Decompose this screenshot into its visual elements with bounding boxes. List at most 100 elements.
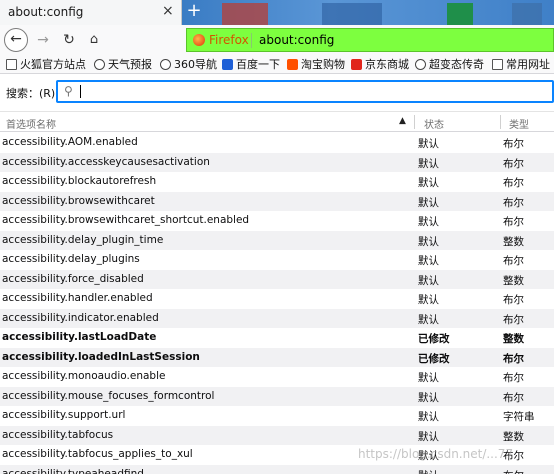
column-header-name[interactable]: 首选项名称 xyxy=(6,116,56,131)
table-row[interactable]: accessibility.force_disabled 默认 整数 xyxy=(0,269,554,289)
search-input[interactable] xyxy=(78,83,548,100)
pref-type: 整数 xyxy=(503,235,524,248)
pref-status: 默认 xyxy=(418,430,439,443)
table-row[interactable]: accessibility.blockautorefresh 默认 布尔 xyxy=(0,172,554,192)
search-label: 搜索：(R) xyxy=(6,87,56,100)
new-tab-button[interactable]: + xyxy=(184,0,204,22)
bookmark-item[interactable]: 天气预报 xyxy=(94,57,152,72)
tab-title: about:config xyxy=(8,5,84,19)
pref-name: accessibility.lastLoadDate xyxy=(2,331,157,343)
pref-name: accessibility.tabfocus_applies_to_xul xyxy=(2,448,193,460)
bookmark-item[interactable]: 超变态传奇 xyxy=(415,57,484,72)
table-row[interactable]: accessibility.browsewithcaret_shortcut.e… xyxy=(0,211,554,231)
pref-name: accessibility.handler.enabled xyxy=(2,292,153,304)
pref-name: accessibility.delay_plugins xyxy=(2,253,140,265)
navigation-toolbar: ← → ↻ ⌂ Firefox about:config xyxy=(0,25,554,55)
pref-type: 布尔 xyxy=(503,391,524,404)
url-divider xyxy=(251,33,252,48)
pref-name: accessibility.AOM.enabled xyxy=(2,136,138,148)
tab-about-config[interactable]: about:config × xyxy=(0,0,182,25)
pref-status: 默认 xyxy=(418,313,439,326)
search-row: 搜索：(R) ⚲ xyxy=(0,75,554,108)
pref-status: 已修改 xyxy=(418,352,450,365)
pref-status: 默认 xyxy=(418,235,439,248)
bookmark-item[interactable]: 360导航 xyxy=(160,57,217,72)
table-row[interactable]: accessibility.delay_plugins 默认 布尔 xyxy=(0,250,554,270)
pref-name: accessibility.mouse_focuses_formcontrol xyxy=(2,389,215,402)
table-row[interactable]: accessibility.handler.enabled 默认 布尔 xyxy=(0,289,554,309)
pref-name: accessibility.browsewithcaret xyxy=(2,194,155,207)
pref-name: accessibility.indicator.enabled xyxy=(2,311,159,324)
pref-type: 布尔 xyxy=(503,255,524,267)
table-row[interactable]: accessibility.typeaheadfind 默认 布尔 xyxy=(0,464,554,474)
table-row[interactable]: accessibility.mouse_focuses_formcontrol 默… xyxy=(0,386,554,406)
globe-icon xyxy=(415,59,426,70)
pref-name: accessibility.browsewithcaret_shortcut.e… xyxy=(2,214,250,226)
column-header-status[interactable]: 状态 xyxy=(424,116,444,131)
pref-name: accessibility.tabfocus xyxy=(2,428,114,441)
table-row[interactable]: accessibility.indicator.enabled 默认 布尔 xyxy=(0,308,554,328)
pref-status: 默认 xyxy=(418,274,439,287)
table-row[interactable]: accessibility.monoaudio.enable 默认 布尔 xyxy=(0,367,554,387)
table-row[interactable]: accessibility.delay_plugin_time 默认 整数 xyxy=(0,230,554,250)
prefs-table-body: accessibility.AOM.enabled 默认 布尔 accessibili… xyxy=(0,133,554,474)
firefox-icon xyxy=(193,34,205,46)
bookmark-item[interactable]: 淘宝购物 xyxy=(287,57,345,72)
table-row[interactable]: accessibility.browsewithcaret 默认 布尔 xyxy=(0,191,554,211)
pref-type: 整数 xyxy=(503,274,524,287)
baidu-paw-icon xyxy=(222,59,233,70)
pref-type: 布尔 xyxy=(503,313,524,326)
desktop-background xyxy=(182,0,554,25)
pref-status: 默认 xyxy=(418,177,439,189)
pref-status: 默认 xyxy=(418,468,439,474)
tab-strip: about:config × + xyxy=(0,0,554,25)
table-row[interactable]: accessibility.loadedInLastSession 已修改 布尔 xyxy=(0,347,554,367)
table-row[interactable]: accessibility.support.url 默认 字符串 xyxy=(0,406,554,426)
pref-type: 布尔 xyxy=(503,157,524,170)
bookmark-item[interactable]: 京东商城 xyxy=(351,57,409,72)
table-row[interactable]: accessibility.tabfocus 默认 整数 xyxy=(0,425,554,445)
pref-type: 布尔 xyxy=(503,196,524,209)
pref-type: 布尔 xyxy=(503,177,524,189)
globe-icon xyxy=(94,59,105,70)
pref-type: 布尔 xyxy=(503,216,524,228)
pref-name: accessibility.force_disabled xyxy=(2,272,144,285)
globe-icon xyxy=(160,59,171,70)
table-row[interactable]: accessibility.AOM.enabled 默认 布尔 xyxy=(0,133,554,153)
pref-status: 默认 xyxy=(418,138,439,150)
column-header-type[interactable]: 类型 xyxy=(509,116,529,131)
pref-status: 默认 xyxy=(418,157,439,170)
prefs-table-header: 首选项名称 ▲ 状态 类型 xyxy=(0,111,554,132)
url-text[interactable]: about:config xyxy=(259,33,334,47)
watermark-text: https://blog.csdn.net/...77 xyxy=(358,447,514,461)
close-tab-icon[interactable]: × xyxy=(162,3,174,19)
table-row[interactable]: accessibility.lastLoadDate 已修改 整数 xyxy=(0,328,554,348)
column-divider[interactable] xyxy=(500,115,501,129)
forward-button[interactable]: → xyxy=(34,29,52,51)
reload-button[interactable]: ↻ xyxy=(60,29,78,51)
jd-icon xyxy=(351,59,362,70)
pref-type: 整数 xyxy=(503,333,524,345)
back-button[interactable]: ← xyxy=(4,28,28,52)
pref-status: 默认 xyxy=(418,372,439,384)
bookmark-item[interactable]: 常用网址 xyxy=(492,57,550,72)
home-button[interactable]: ⌂ xyxy=(85,29,103,51)
pref-type: 布尔 xyxy=(503,468,524,474)
table-row[interactable]: accessibility.accesskeycausesactivation 默… xyxy=(0,152,554,172)
url-bar[interactable]: Firefox about:config xyxy=(186,28,554,52)
pref-name: accessibility.accesskeycausesactivation xyxy=(2,155,210,168)
column-divider[interactable] xyxy=(414,115,415,129)
bookmark-item[interactable]: 火狐官方站点 xyxy=(6,57,86,72)
search-box[interactable]: ⚲ xyxy=(56,80,554,103)
text-caret xyxy=(80,85,81,98)
taobao-icon xyxy=(287,59,298,70)
pref-name: accessibility.support.url xyxy=(2,409,126,421)
pref-status: 默认 xyxy=(418,255,439,267)
identity-label[interactable]: Firefox xyxy=(209,33,249,47)
pref-name: accessibility.blockautorefresh xyxy=(2,175,157,187)
bookmark-item[interactable]: 百度一下 xyxy=(222,57,280,72)
search-icon: ⚲ xyxy=(64,84,73,98)
pref-status: 默认 xyxy=(418,411,439,423)
bookmarks-toolbar: 火狐官方站点 天气预报 360导航 百度一下 淘宝购物 京东商城 超变态传奇 常… xyxy=(0,55,554,74)
pref-status: 已修改 xyxy=(418,333,450,345)
